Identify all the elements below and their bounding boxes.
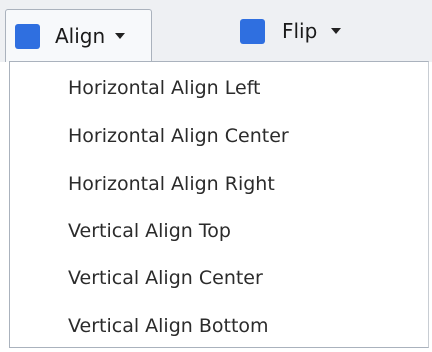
align-button-label: Align [55, 24, 106, 48]
align-color-swatch-icon [15, 23, 40, 49]
menu-item-horizontal-align-right[interactable]: Horizontal Align Right [68, 160, 275, 208]
toolbar: Align Flip [0, 0, 432, 62]
menu-item-horizontal-align-left[interactable]: Horizontal Align Left [68, 64, 261, 112]
align-dropdown-screen: Align Flip Horizontal Align Left Horizon… [0, 0, 432, 352]
align-dropdown-menu: Horizontal Align Left Horizontal Align C… [9, 61, 429, 348]
menu-item-vertical-align-top[interactable]: Vertical Align Top [68, 207, 231, 255]
chevron-down-icon [115, 33, 126, 39]
flip-dropdown-button[interactable]: Flip [240, 9, 370, 53]
align-dropdown-button[interactable]: Align [5, 9, 152, 62]
menu-item-vertical-align-bottom[interactable]: Vertical Align Bottom [68, 302, 269, 350]
flip-button-label: Flip [282, 19, 318, 43]
chevron-down-icon [331, 28, 342, 34]
menu-item-horizontal-align-center[interactable]: Horizontal Align Center [68, 112, 289, 160]
menu-item-vertical-align-center[interactable]: Vertical Align Center [68, 254, 263, 302]
flip-color-swatch-icon [240, 18, 265, 44]
